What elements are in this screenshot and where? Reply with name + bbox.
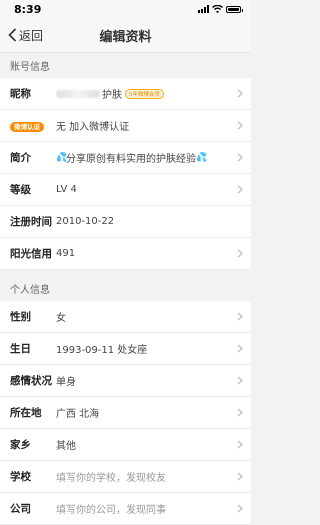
chevron-right-icon xyxy=(237,249,243,258)
hometown-row[interactable]: 家乡 其他 xyxy=(0,429,251,461)
hometown-label: 家乡 xyxy=(10,439,31,451)
nickname-label: 昵称 xyxy=(10,88,31,100)
chevron-right-icon xyxy=(237,344,243,353)
signal-icon xyxy=(198,5,209,13)
gender-row[interactable]: 性别 女 xyxy=(0,301,251,333)
school-row[interactable]: 学校 填写你的学校，发现校友 xyxy=(0,461,251,493)
droplet-icon: 💦 xyxy=(196,152,208,163)
bio-value: 💦 分享原创有料实用的护肤经验 💦 xyxy=(56,150,237,165)
nickname-text: 护肤 xyxy=(102,90,122,101)
verification-label: 微博认证 xyxy=(10,120,56,132)
register-date-row: 注册时间 2010-10-22 xyxy=(0,206,251,238)
chevron-right-icon xyxy=(237,185,243,194)
chevron-right-icon xyxy=(237,89,243,98)
credit-value: 491 xyxy=(56,248,76,259)
wifi-icon xyxy=(212,5,223,13)
nickname-value: 护肤 5年微博会员 xyxy=(56,86,237,101)
level-label: 等级 xyxy=(10,184,31,196)
bio-label: 简介 xyxy=(10,152,31,164)
account-section-header: 账号信息 xyxy=(0,53,251,78)
register-date-label: 注册时间 xyxy=(10,216,52,228)
chevron-right-icon xyxy=(237,312,243,321)
back-label: 返回 xyxy=(19,28,44,43)
chevron-right-icon xyxy=(237,153,243,162)
chevron-right-icon xyxy=(237,440,243,449)
chevron-right-icon xyxy=(237,376,243,385)
school-label: 学校 xyxy=(10,471,31,483)
battery-icon xyxy=(226,5,243,13)
back-button[interactable]: 返回 xyxy=(0,27,43,44)
bio-text: 分享原创有料实用的护肤经验 xyxy=(66,154,196,165)
personal-section-header: 个人信息 xyxy=(0,276,251,301)
member-badge: 5年微博会员 xyxy=(125,88,164,99)
hometown-value: 其他 xyxy=(56,441,76,452)
credit-row[interactable]: 阳光信用 491 xyxy=(0,238,251,270)
relationship-row[interactable]: 感情状况 单身 xyxy=(0,365,251,397)
gender-value: 女 xyxy=(56,313,66,324)
school-placeholder: 填写你的学校，发现校友 xyxy=(56,473,166,484)
nickname-blurred xyxy=(56,89,100,98)
chevron-right-icon xyxy=(237,408,243,417)
relationship-label: 感情状况 xyxy=(10,375,52,387)
register-date-value: 2010-10-22 xyxy=(56,216,115,227)
navigation-bar: 返回 编辑资料 xyxy=(0,18,251,53)
status-time: 8:39 xyxy=(14,2,42,16)
chevron-left-icon xyxy=(8,28,17,42)
chevron-right-icon xyxy=(237,472,243,481)
status-icons xyxy=(198,5,243,13)
status-bar: 8:39 xyxy=(0,0,251,18)
nickname-row[interactable]: 昵称 护肤 5年微博会员 xyxy=(0,78,251,110)
verification-row[interactable]: 微博认证 无 加入微博认证 xyxy=(0,110,251,142)
bio-row[interactable]: 简介 💦 分享原创有料实用的护肤经验 💦 xyxy=(0,142,251,174)
level-row[interactable]: 等级 LV 4 xyxy=(0,174,251,206)
relationship-value: 单身 xyxy=(56,377,76,388)
verification-badge: 微博认证 xyxy=(10,121,44,132)
location-row[interactable]: 所在地 广西 北海 xyxy=(0,397,251,429)
birthday-row[interactable]: 生日 1993-09-11 处女座 xyxy=(0,333,251,365)
company-row[interactable]: 公司 填写你的公司，发现同事 xyxy=(0,493,251,525)
birthday-label: 生日 xyxy=(10,343,31,355)
level-value: LV 4 xyxy=(56,184,77,195)
birthday-value: 1993-09-11 处女座 xyxy=(56,345,148,356)
chevron-right-icon xyxy=(237,504,243,513)
gender-label: 性别 xyxy=(10,311,31,323)
verification-value: 无 加入微博认证 xyxy=(56,122,130,133)
company-label: 公司 xyxy=(10,503,31,515)
credit-label: 阳光信用 xyxy=(10,248,52,260)
location-label: 所在地 xyxy=(10,407,42,419)
chevron-right-icon xyxy=(237,121,243,130)
company-placeholder: 填写你的公司，发现同事 xyxy=(56,505,166,516)
location-value: 广西 北海 xyxy=(56,409,100,420)
droplet-icon: 💦 xyxy=(56,152,68,163)
